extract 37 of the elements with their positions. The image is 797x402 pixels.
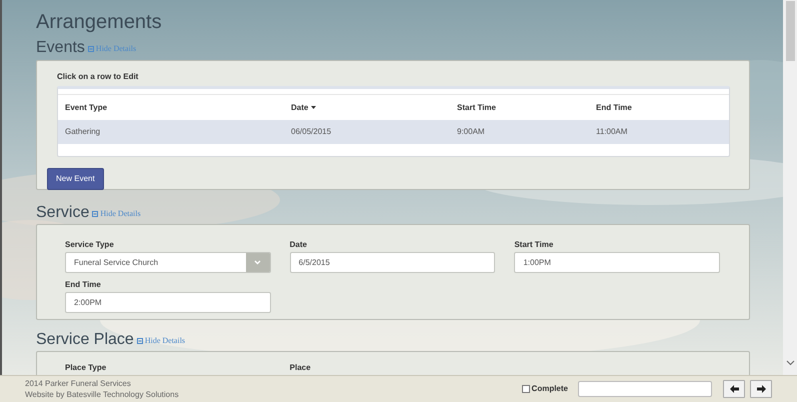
column-header[interactable]: Start Time xyxy=(457,102,596,114)
input-field[interactable]: 2:00PM xyxy=(65,292,271,313)
table-row[interactable]: Gathering 06/05/2015 9:00AM 11:00AM xyxy=(58,120,729,144)
collapse-icon xyxy=(88,46,94,52)
table-instruction: Click on a row to Edit xyxy=(56,71,140,83)
scroll-thumb[interactable] xyxy=(786,1,794,61)
scroll-down-icon[interactable] xyxy=(786,360,794,366)
checkbox-label: Complete xyxy=(532,383,568,395)
previous-button[interactable] xyxy=(723,380,745,398)
collapse-icon xyxy=(136,338,143,344)
input-field[interactable]: 6/5/2015 xyxy=(290,252,496,273)
left-arrow-icon xyxy=(730,385,738,393)
input-field[interactable]: 1:00PM xyxy=(514,252,720,273)
column-header[interactable]: Event Type xyxy=(65,102,291,114)
new-event-button[interactable]: New Event xyxy=(47,168,104,190)
section-heading: Service xyxy=(36,203,90,223)
section-heading: Events xyxy=(36,38,85,58)
field-label: End Time xyxy=(65,279,102,290)
service-type-dropdown[interactable]: Funeral Service Church xyxy=(65,252,271,273)
footer-text: 2014 Parker Funeral Services xyxy=(25,378,132,389)
field-label: Start Time xyxy=(514,239,554,250)
input-field[interactable] xyxy=(578,381,712,397)
field-label: Place xyxy=(290,362,312,374)
page-title: Arrangements xyxy=(36,10,163,34)
footer-text: Website by Batesville Technology Solutions xyxy=(25,389,180,400)
next-button[interactable] xyxy=(750,380,772,398)
column-header[interactable]: Date xyxy=(291,102,457,114)
complete-checkbox[interactable] xyxy=(522,385,530,393)
field-label: Date xyxy=(290,239,308,250)
sort-caret-icon xyxy=(311,106,316,109)
field-label: Place Type xyxy=(65,362,108,374)
column-header[interactable]: End Time xyxy=(596,102,722,114)
field-label: Service Type xyxy=(65,239,115,250)
scrollbar[interactable] xyxy=(783,0,797,375)
right-arrow-icon xyxy=(756,385,766,393)
section-heading: Service Place xyxy=(36,330,134,350)
collapse-icon xyxy=(92,211,98,217)
